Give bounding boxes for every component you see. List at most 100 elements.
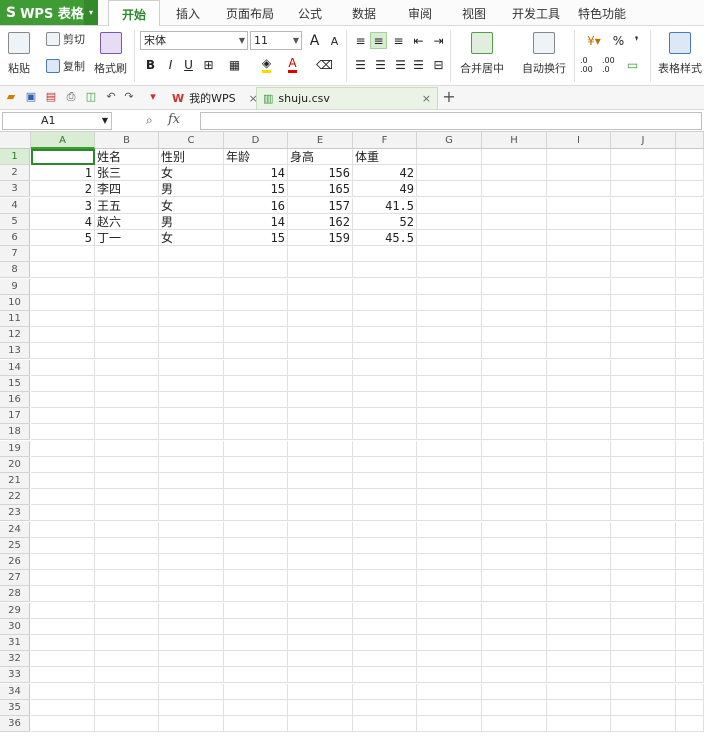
cell[interactable] xyxy=(547,537,611,554)
cell[interactable] xyxy=(482,635,547,651)
row-header[interactable]: 2 xyxy=(0,165,30,182)
row-header[interactable]: 5 xyxy=(0,213,30,230)
cell[interactable] xyxy=(353,327,417,344)
cell[interactable] xyxy=(288,246,353,263)
zoom-icon[interactable]: ⌕ xyxy=(146,113,153,128)
cell[interactable] xyxy=(95,343,159,360)
column-header[interactable]: A xyxy=(31,132,95,149)
data-cell-weight[interactable]: 49 xyxy=(353,181,417,198)
format-painter-button[interactable]: 格式刷 xyxy=(94,32,127,76)
copy-button[interactable]: 复制 xyxy=(46,58,85,74)
cell[interactable] xyxy=(288,359,353,376)
cut-button[interactable]: 剪切 xyxy=(46,31,85,47)
cell[interactable] xyxy=(482,181,547,198)
cell[interactable] xyxy=(482,311,547,327)
data-cell-height[interactable]: 159 xyxy=(288,230,353,246)
cell[interactable] xyxy=(159,392,224,408)
bold-button[interactable]: B xyxy=(142,56,159,73)
align-top-button[interactable]: ≡ xyxy=(352,32,369,49)
row-header[interactable]: 13 xyxy=(0,343,30,360)
cell[interactable] xyxy=(95,311,159,327)
data-cell-age[interactable]: 16 xyxy=(224,197,288,214)
cell[interactable] xyxy=(288,618,353,635)
cell[interactable] xyxy=(224,424,288,441)
cell[interactable] xyxy=(676,343,704,360)
cell[interactable] xyxy=(95,537,159,554)
cell[interactable] xyxy=(95,651,159,668)
cell[interactable] xyxy=(417,230,482,246)
row-header[interactable]: 17 xyxy=(0,408,30,425)
underline-button[interactable]: U xyxy=(180,56,197,73)
cell[interactable] xyxy=(547,554,611,570)
cell[interactable] xyxy=(482,683,547,700)
cell[interactable] xyxy=(676,181,704,198)
cell[interactable] xyxy=(676,602,704,619)
cell[interactable] xyxy=(224,278,288,295)
cell[interactable] xyxy=(31,586,95,603)
column-header[interactable]: C xyxy=(159,132,224,149)
cell[interactable] xyxy=(676,262,704,279)
cell[interactable] xyxy=(288,343,353,360)
row-header[interactable]: 1 xyxy=(0,149,30,165)
cell[interactable] xyxy=(353,408,417,425)
align-right-button[interactable]: ☰ xyxy=(392,56,409,73)
cell[interactable] xyxy=(417,554,482,570)
cell[interactable] xyxy=(611,699,676,716)
cell[interactable] xyxy=(676,375,704,392)
cell[interactable] xyxy=(288,262,353,279)
cell[interactable] xyxy=(31,278,95,295)
cell[interactable] xyxy=(417,456,482,473)
column-header[interactable]: E xyxy=(288,132,353,149)
cell[interactable] xyxy=(611,165,676,182)
name-box[interactable]: A1 ▼ xyxy=(2,112,112,130)
cell[interactable] xyxy=(611,683,676,700)
cell[interactable] xyxy=(224,473,288,489)
cell[interactable] xyxy=(288,375,353,392)
clear-format-button[interactable]: ⌫ xyxy=(316,56,333,73)
cell[interactable] xyxy=(611,667,676,684)
header-cell[interactable]: 年龄 xyxy=(224,149,288,165)
cell[interactable] xyxy=(482,343,547,360)
cell[interactable] xyxy=(353,554,417,570)
cell[interactable] xyxy=(417,149,482,165)
cell[interactable] xyxy=(95,554,159,570)
data-cell-id[interactable]: 3 xyxy=(31,197,95,214)
cell[interactable] xyxy=(31,602,95,619)
cell[interactable] xyxy=(417,197,482,214)
cell[interactable] xyxy=(676,521,704,538)
cell[interactable] xyxy=(547,635,611,651)
cell[interactable] xyxy=(353,618,417,635)
cell[interactable] xyxy=(417,570,482,587)
cell[interactable] xyxy=(611,586,676,603)
cell[interactable] xyxy=(95,699,159,716)
cell[interactable] xyxy=(95,424,159,441)
row-header[interactable]: 18 xyxy=(0,424,30,441)
data-cell-gender[interactable]: 女 xyxy=(159,230,224,246)
cell[interactable] xyxy=(482,294,547,311)
cell[interactable] xyxy=(224,537,288,554)
cell[interactable] xyxy=(159,489,224,506)
cell[interactable] xyxy=(288,311,353,327)
cell[interactable] xyxy=(676,359,704,376)
cell[interactable] xyxy=(159,246,224,263)
cell[interactable] xyxy=(547,343,611,360)
cell[interactable] xyxy=(224,246,288,263)
tab-formulas[interactable]: 公式 xyxy=(290,0,330,26)
function-icon[interactable]: fx xyxy=(168,112,180,127)
cell[interactable] xyxy=(288,489,353,506)
cell[interactable] xyxy=(95,473,159,489)
cell[interactable] xyxy=(482,424,547,441)
merge-center-button[interactable]: 合并居中 xyxy=(460,32,504,76)
customize-toolbar-icon[interactable]: ▾ xyxy=(146,90,160,104)
cell[interactable] xyxy=(31,294,95,311)
cell[interactable] xyxy=(611,521,676,538)
cell[interactable] xyxy=(482,586,547,603)
row-header[interactable]: 10 xyxy=(0,294,30,311)
cell[interactable] xyxy=(611,327,676,344)
cell[interactable] xyxy=(224,635,288,651)
cell[interactable] xyxy=(224,505,288,522)
cell[interactable] xyxy=(676,197,704,214)
cell[interactable] xyxy=(417,165,482,182)
font-size-select[interactable]: 11 ▼ xyxy=(250,31,302,50)
cell[interactable] xyxy=(547,213,611,230)
